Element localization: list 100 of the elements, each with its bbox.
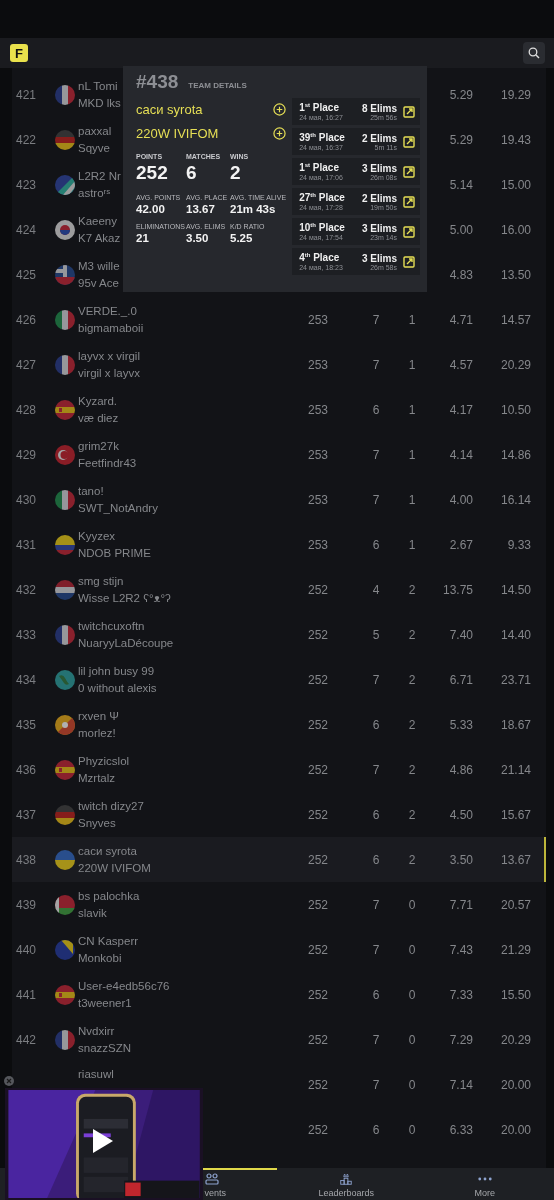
stat-value: 252 [136,162,169,184]
points-cell-text: 252 [307,582,329,597]
matches-cell-text: 7 [371,312,381,327]
match-elims: 8 Elims [361,102,397,114]
points-cell-text: 253 [307,402,329,417]
avg-elims-cell-text: 4.83 [448,267,473,282]
player-name: paxxal [78,125,112,137]
avg-place-cell-text: 14.40 [499,627,531,642]
player-name: VERDE._.0 [78,305,137,317]
player-name: NDOB PRIME [78,547,151,559]
player-name: t3weener1 [78,997,132,1009]
player-name: Wisse L2R2 ʕ°ᴥ°ʔ [78,592,171,604]
rank-cell-text: 426 [15,312,37,327]
avg-elims-cell-text: 4.57 [448,357,473,372]
matches-cell-text: 7 [371,762,381,777]
wins-cell-text: 1 [407,312,417,327]
matches-cell-text: 7 [371,897,381,912]
player-name: User-e4edb56c76 [78,980,170,992]
rank-cell-text: 436 [15,762,37,777]
rank-cell-text: 433 [15,627,37,642]
wins-cell-text: 0 [407,1077,417,1092]
matches-cell-text: 7 [371,672,381,687]
player-name: Nvdxirr [78,1025,115,1037]
player-name: rxven Ψ [78,710,119,722]
avg-elims-cell-text: 7.40 [448,627,473,642]
matches-cell-text: 5 [371,627,381,642]
rank-cell-text: 440 [15,942,37,957]
player-name: lil john busy 99 [78,665,155,677]
stat-value: 21m 43s [230,203,277,215]
avg-place-cell-text: 16.14 [499,492,531,507]
rank-cell-text: 439 [15,897,37,912]
player-name: tano! [78,485,104,497]
avg-elims-cell-text: 4.14 [448,447,473,462]
player-name: MKD lks [78,97,121,109]
avg-elims-cell-text: 5.29 [448,132,473,147]
rank-cell-text: 423 [15,177,37,192]
avg-place-cell-text: 20.29 [499,1032,531,1047]
rank-cell-text: 442 [15,1032,37,1047]
avg-elims-cell-text: 6.71 [448,672,473,687]
matches-cell-text: 6 [371,852,381,867]
player-name: Kaeeny [78,215,117,227]
match-elims: 2 Elims [361,132,397,144]
player-name: layvx x virgil [78,350,140,362]
rank-cell-text: 437 [15,807,37,822]
avg-place-cell-text: 20.00 [499,1077,531,1092]
matches-cell-text: 6 [371,402,381,417]
avg-elims-cell-text: 4.71 [448,312,473,327]
player-name: Phyzicslol [78,755,130,767]
player-name: Sqyve [78,142,110,154]
avg-elims-cell-text: 13.75 [441,582,473,597]
points-cell-text: 252 [307,1032,329,1047]
points-cell-text: 253 [307,312,329,327]
avg-elims-cell-text: 7.33 [448,987,473,1002]
stat-value: 3.50 [186,232,210,244]
wins-cell-text: 2 [407,717,417,732]
player-name: саси syrota [78,845,137,857]
matches-cell-text: 6 [371,1122,381,1137]
matches-cell-text: 6 [371,537,381,552]
rank-cell-text: 427 [15,357,37,372]
points-cell-text: 252 [307,717,329,732]
team-number: #438 [136,71,179,93]
matches-cell-text: 7 [371,1032,381,1047]
rank-cell-text: 429 [15,447,37,462]
player-name: astroʳˢ [78,187,111,199]
wins-cell-text: 1 [407,492,417,507]
matches-cell-text: 7 [371,447,381,462]
player-name: twitchcuxoftn [78,620,145,632]
avg-place-cell-text: 15.00 [499,177,531,192]
points-cell-text: 252 [307,807,329,822]
avg-place-cell-text: 20.57 [499,897,531,912]
rank-cell-text: 425 [15,267,37,282]
player-name: Snyves [78,817,116,829]
rank-cell-text: 422 [15,132,37,147]
match-place: 4$^{th}$ Place [299,252,341,264]
avg-elims-cell-text: 5.29 [448,87,473,102]
avg-place-cell-text: 13.67 [499,852,531,867]
stat-value: 6 [186,162,198,184]
wins-cell-text: 0 [407,1032,417,1047]
matches-cell-text: 7 [371,942,381,957]
matches-cell-text: 7 [371,492,381,507]
player-name: riasuwl [78,1068,114,1080]
points-cell-text: 252 [307,672,329,687]
matches-cell-text: 4 [371,582,381,597]
avg-elims-cell-text: 3.50 [448,852,473,867]
avg-elims-cell-text: 4.86 [448,762,473,777]
avg-elims-cell-text: 7.43 [448,942,473,957]
avg-elims-cell-text: 6.33 [448,1122,473,1137]
rank-cell-text: 438 [15,852,37,867]
points-cell-text: 252 [307,1077,329,1092]
points-cell-text: 252 [307,852,329,867]
player-name: Mzrtalz [78,772,116,784]
avg-place-cell-text: 13.50 [499,267,531,282]
wins-cell-text: 1 [407,357,417,372]
avg-elims-cell-text: 4.00 [448,492,473,507]
avg-elims-cell-text: 5.00 [448,222,473,237]
player-name: væ diez [78,412,119,424]
match-elims: 3 Elims [361,222,397,234]
avg-elims-cell-text: 4.50 [448,807,473,822]
wins-cell-text: 2 [407,807,417,822]
wins-cell-text: 2 [407,852,417,867]
